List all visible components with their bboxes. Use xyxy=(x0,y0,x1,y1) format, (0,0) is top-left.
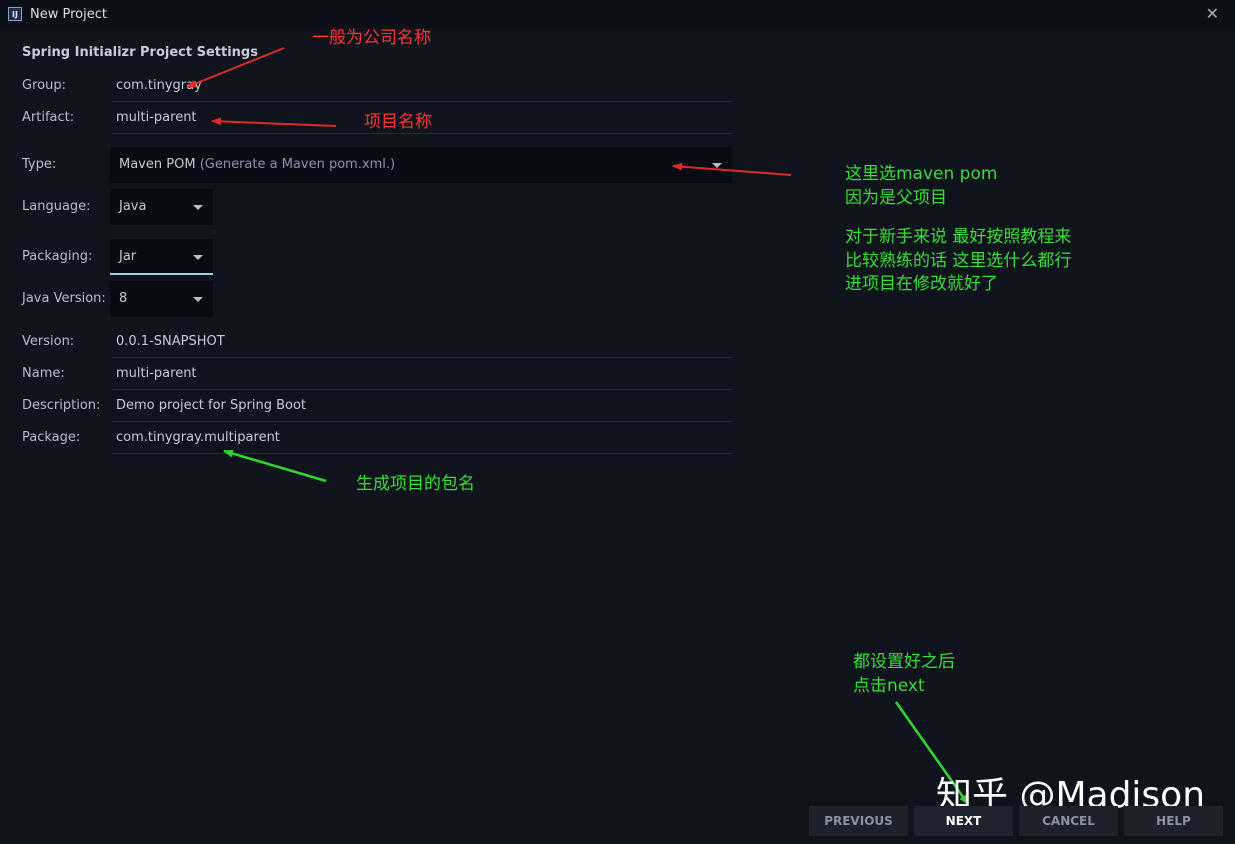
package-label: Package: xyxy=(22,430,81,445)
language-value: Java xyxy=(119,199,147,214)
type-annotation-line xyxy=(845,210,1071,226)
language-label: Language: xyxy=(22,199,91,214)
group-annotation: 一般为公司名称 xyxy=(312,28,431,48)
chevron-down-icon xyxy=(712,163,722,168)
packaging-value: Jar xyxy=(119,249,137,264)
version-value: 0.0.1-SNAPSHOT xyxy=(116,334,225,349)
name-label: Name: xyxy=(22,366,65,381)
version-input[interactable]: 0.0.1-SNAPSHOT xyxy=(112,327,732,358)
cancel-button[interactable]: CANCEL xyxy=(1019,806,1118,836)
next-annotation-line: 都设置好之后 xyxy=(853,652,955,672)
type-dropdown[interactable]: Maven POM (Generate a Maven pom.xml.) xyxy=(110,147,732,183)
name-row: Name: multi-parent xyxy=(0,359,740,390)
artifact-label: Artifact: xyxy=(22,110,75,125)
next-button[interactable]: NEXT xyxy=(914,806,1013,836)
packaging-label: Packaging: xyxy=(22,249,93,264)
name-value: multi-parent xyxy=(116,366,197,381)
chevron-down-icon xyxy=(193,255,203,260)
package-annotation: 生成项目的包名 xyxy=(356,474,475,494)
description-value: Demo project for Spring Boot xyxy=(116,398,307,413)
language-dropdown[interactable]: Java xyxy=(110,189,213,225)
artifact-annotation: 项目名称 xyxy=(364,112,432,132)
description-row: Description: Demo project for Spring Boo… xyxy=(0,391,740,422)
title-bar: IJ New Project ✕ xyxy=(0,0,1235,28)
artifact-value: multi-parent xyxy=(116,110,197,125)
description-input[interactable]: Demo project for Spring Boot xyxy=(112,391,732,422)
package-arrow xyxy=(223,449,327,483)
version-row: Version: 0.0.1-SNAPSHOT xyxy=(0,327,740,358)
type-value: Maven POM xyxy=(119,157,196,172)
type-annotation-line: 比较熟练的话 这里选什么都行 xyxy=(845,250,1072,271)
package-value: com.tinygray.multiparent xyxy=(116,430,280,445)
java-version-dropdown[interactable]: 8 xyxy=(110,281,213,317)
next-annotation: 都设置好之后 点击next xyxy=(853,651,955,698)
version-label: Version: xyxy=(22,334,75,349)
group-value: com.tinygray xyxy=(116,78,202,93)
type-annotation-line: 这里选maven pom xyxy=(845,164,998,184)
group-input[interactable]: com.tinygray xyxy=(112,71,732,102)
type-annotation-line: 因为是父项目 xyxy=(845,187,947,208)
chevron-down-icon xyxy=(193,205,203,210)
package-row: Package: com.tinygray.multiparent xyxy=(0,423,740,454)
type-annotation: 这里选maven pom 因为是父项目 对于新手来说 最好按照教程来 比较熟练的… xyxy=(845,163,1071,297)
type-label: Type: xyxy=(22,157,57,172)
description-label: Description: xyxy=(22,398,101,413)
section-title: Spring Initializr Project Settings xyxy=(22,45,258,60)
previous-button[interactable]: PREVIOUS xyxy=(809,806,908,836)
help-button[interactable]: HELP xyxy=(1124,806,1223,836)
packaging-dropdown[interactable]: Jar xyxy=(110,239,213,275)
group-row: Group: com.tinygray xyxy=(0,71,740,102)
chevron-down-icon xyxy=(193,297,203,302)
java-version-value: 8 xyxy=(119,291,128,306)
window-title: New Project xyxy=(30,6,107,22)
next-annotation-line: 点击next xyxy=(853,675,925,696)
type-hint: (Generate a Maven pom.xml.) xyxy=(199,157,396,172)
java-version-label: Java Version: xyxy=(22,291,106,306)
name-input[interactable]: multi-parent xyxy=(112,359,732,390)
type-annotation-line: 对于新手来说 最好按照教程来 xyxy=(845,227,1072,247)
intellij-icon: IJ xyxy=(8,7,22,21)
group-label: Group: xyxy=(22,78,66,93)
type-annotation-line: 进项目在修改就好了 xyxy=(845,274,998,294)
close-icon[interactable]: ✕ xyxy=(1206,4,1219,23)
package-input[interactable]: com.tinygray.multiparent xyxy=(112,423,732,454)
